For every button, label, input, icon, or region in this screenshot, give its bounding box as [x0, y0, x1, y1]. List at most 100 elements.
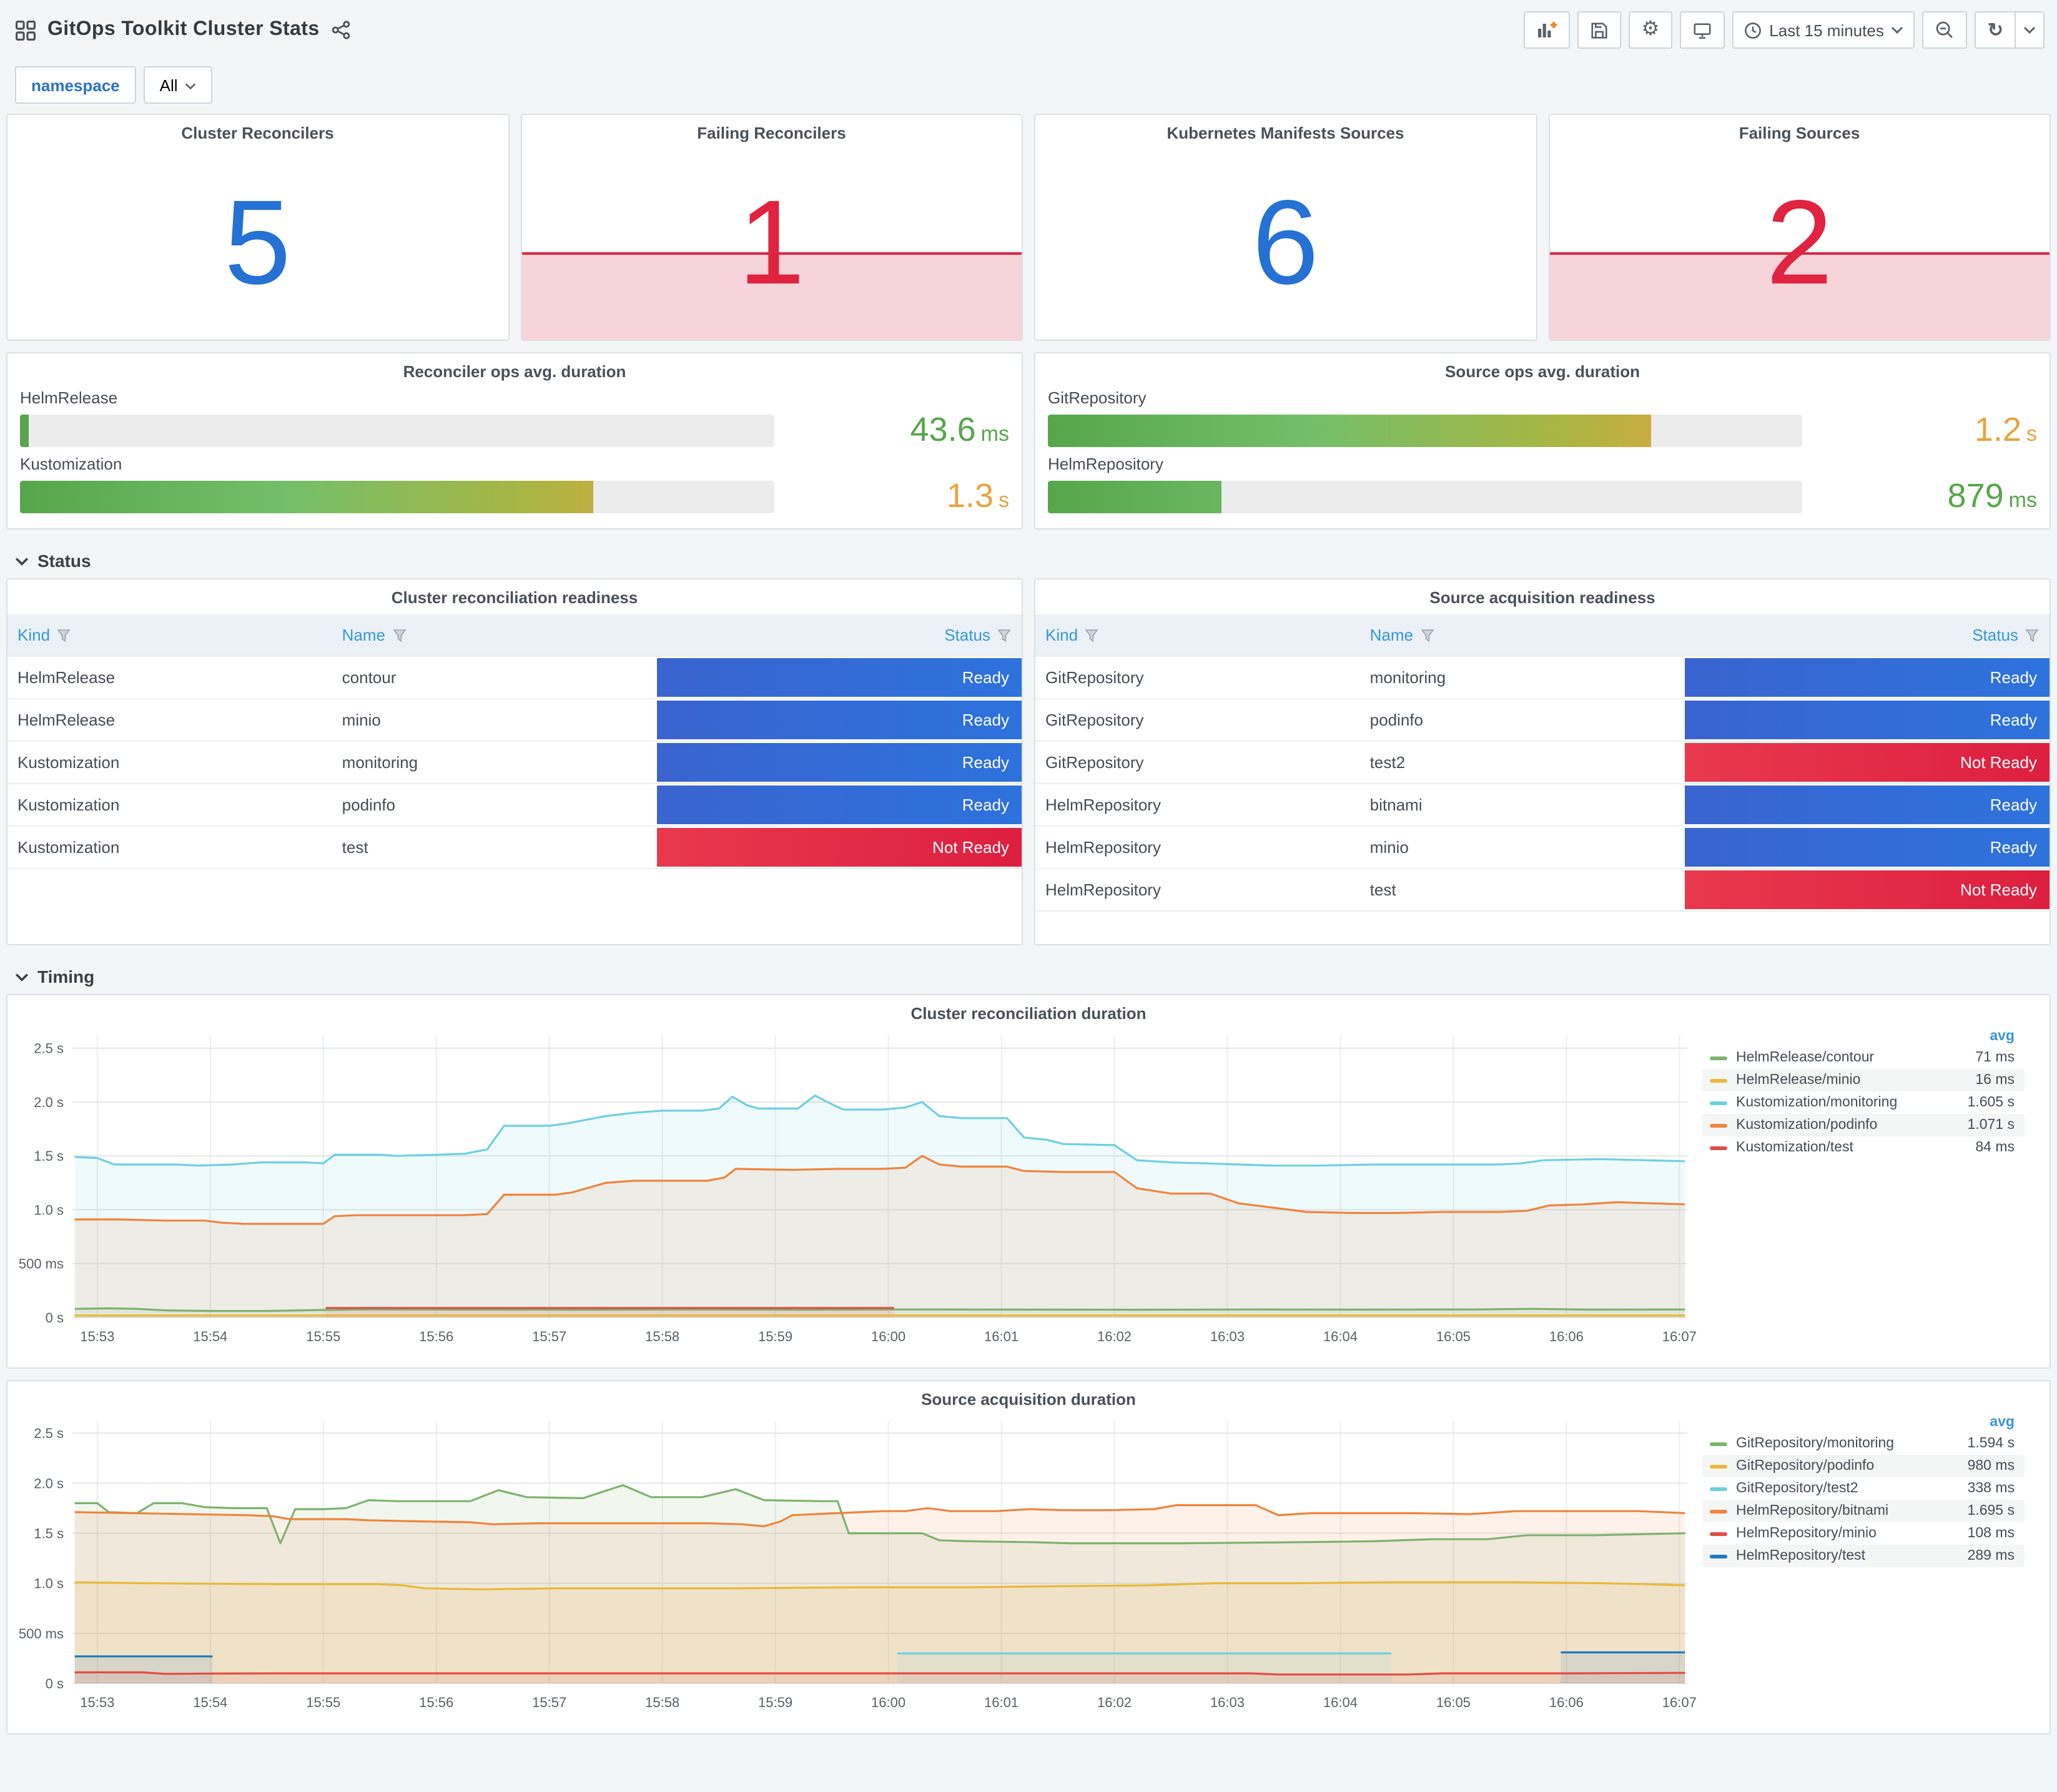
legend-item[interactable]: GitRepository/test2 338 ms [1702, 1477, 2025, 1500]
section-row-status[interactable]: Status [6, 541, 2051, 578]
cell-name: podinfo [1369, 711, 1423, 729]
stat-value: 2 [1766, 175, 1833, 310]
cell-kind: Kustomization [17, 838, 120, 857]
legend-item[interactable]: GitRepository/monitoring 1.594 s [1702, 1432, 2025, 1455]
svg-text:16:05: 16:05 [1436, 1329, 1471, 1344]
stat-value: 5 [224, 175, 291, 310]
legend-item[interactable]: HelmRepository/test 289 ms [1702, 1545, 2025, 1567]
gauge-value: 1.2 s [1974, 411, 2037, 448]
svg-text:2.0 s: 2.0 s [34, 1475, 64, 1491]
filter-icon[interactable] [2025, 628, 2040, 642]
column-header-status[interactable]: Status [656, 626, 1022, 644]
svg-text:16:06: 16:06 [1549, 1695, 1584, 1710]
variable-label-namespace[interactable]: namespace [15, 66, 136, 104]
panel-title[interactable]: Source acquisition duration [17, 1381, 2040, 1411]
cell-status: Ready [1684, 657, 2050, 698]
time-series-plot[interactable]: 15:53 15:54 15:55 15:56 15:57 15:58 15:59 16:00… [17, 1025, 1697, 1352]
legend-item[interactable]: Kustomization/monitoring 1.605 s [1702, 1091, 2025, 1114]
column-header-name[interactable]: Name [332, 626, 657, 644]
cell-name: test [1369, 880, 1396, 899]
series-name[interactable]: Kustomization/monitoring [1736, 1095, 1959, 1110]
cell-status: Ready [656, 742, 1022, 783]
panel-title[interactable]: Failing Reconcilers [521, 115, 1022, 145]
time-range-picker[interactable]: Last 15 minutes [1732, 11, 1915, 49]
panel-title[interactable]: Cluster reconciliation readiness [7, 579, 1022, 609]
section-title: Timing [37, 967, 95, 987]
status-badge: Ready [1684, 828, 2050, 867]
series-name[interactable]: HelmRelease/contour [1736, 1050, 1966, 1065]
dashboard-settings-button[interactable]: ⚙ [1629, 11, 1672, 49]
series-color-swatch [1710, 1056, 1727, 1060]
panel-title[interactable]: Cluster Reconcilers [7, 115, 508, 145]
chevron-down-icon [15, 972, 29, 981]
legend-item[interactable]: GitRepository/podinfo 980 ms [1702, 1455, 2025, 1477]
column-header-name[interactable]: Name [1360, 626, 1685, 644]
variable-value-dropdown[interactable]: All [143, 66, 213, 104]
legend-item[interactable]: Kustomization/test 84 ms [1702, 1136, 2025, 1159]
legend-item[interactable]: HelmRepository/bitnami 1.695 s [1702, 1500, 2025, 1522]
stat-value: 1 [738, 175, 805, 310]
status-badge: Ready [656, 743, 1022, 782]
series-name[interactable]: GitRepository/monitoring [1736, 1436, 1959, 1451]
table-row: HelmRepository test Not Ready [1035, 868, 2050, 912]
time-series-plot[interactable]: 15:53 15:54 15:55 15:56 15:57 15:58 15:59 16:00… [17, 1411, 1697, 1718]
refresh-icon: ↻ [1987, 19, 2003, 41]
cycle-view-mode-button[interactable] [1679, 11, 1725, 49]
gauge-value: 1.3 s [946, 477, 1009, 514]
svg-text:15:53: 15:53 [80, 1695, 114, 1710]
add-panel-button[interactable] [1524, 11, 1571, 49]
panel-cluster-reconciliation-readiness: Cluster reconciliation readiness Kind Nam… [6, 578, 1023, 945]
column-header-status[interactable]: Status [1684, 626, 2050, 644]
series-name[interactable]: HelmRepository/minio [1736, 1526, 1959, 1541]
legend-header-avg[interactable]: avg [1702, 1028, 2025, 1046]
series-name[interactable]: Kustomization/test [1736, 1140, 1966, 1155]
panel-title[interactable]: Cluster reconciliation duration [17, 995, 2040, 1025]
svg-text:15:58: 15:58 [645, 1695, 679, 1710]
series-name[interactable]: GitRepository/test2 [1736, 1481, 1959, 1496]
column-header-kind[interactable]: Kind [1035, 626, 1360, 644]
refresh-dashboard-button[interactable]: ↻ [1975, 11, 2016, 49]
status-badge: Ready [1684, 785, 2050, 824]
panel-title[interactable]: Source acquisition readiness [1035, 579, 2050, 609]
filter-icon[interactable] [56, 628, 71, 642]
column-header-kind[interactable]: Kind [7, 626, 332, 644]
legend-item[interactable]: HelmRepository/minio 108 ms [1702, 1522, 2025, 1545]
series-color-swatch [1710, 1487, 1727, 1490]
svg-text:0 s: 0 s [46, 1676, 64, 1691]
panel-title[interactable]: Failing Sources [1549, 115, 2050, 145]
svg-text:1.0 s: 1.0 s [34, 1202, 64, 1218]
svg-text:16:03: 16:03 [1210, 1695, 1245, 1710]
legend-header-avg[interactable]: avg [1702, 1414, 2025, 1432]
series-avg-value: 16 ms [1975, 1073, 2015, 1088]
gauge-value: 43.6 ms [910, 411, 1009, 448]
cell-kind: HelmRelease [17, 711, 116, 729]
gauge-row-gitrepository: GitRepository 1.2 s [1048, 388, 2037, 450]
filter-icon[interactable] [392, 628, 407, 642]
panel-title[interactable]: Kubernetes Manifests Sources [1035, 115, 1536, 145]
cell-name: contour [342, 668, 397, 687]
svg-text:15:57: 15:57 [532, 1329, 566, 1344]
panel-title[interactable]: Source ops avg. duration [1048, 353, 2037, 383]
panel-title[interactable]: Reconciler ops avg. duration [20, 353, 1009, 383]
save-dashboard-button[interactable] [1577, 11, 1622, 49]
chart-legend: avg GitRepository/monitoring 1.594 s GitRep… [1697, 1411, 2032, 1567]
refresh-interval-dropdown[interactable] [2016, 11, 2045, 49]
filter-icon[interactable] [1084, 628, 1099, 642]
legend-item[interactable]: HelmRelease/contour 71 ms [1702, 1046, 2025, 1069]
series-name[interactable]: HelmRepository/bitnami [1736, 1504, 1959, 1519]
section-row-timing[interactable]: Timing [6, 957, 2051, 994]
stat-panel-kubernetes-manifests-sources: Kubernetes Manifests Sources 6 [1034, 114, 1537, 341]
dashboards-grid-icon[interactable] [15, 19, 36, 41]
legend-item[interactable]: HelmRelease/minio 16 ms [1702, 1069, 2025, 1091]
series-name[interactable]: GitRepository/podinfo [1736, 1459, 1959, 1474]
panel-cluster-reconciliation-duration: Cluster reconciliation duration 15:53 15:… [6, 994, 2051, 1369]
series-name[interactable]: Kustomization/podinfo [1736, 1118, 1959, 1133]
series-name[interactable]: HelmRepository/test [1736, 1548, 1959, 1563]
filter-icon[interactable] [1419, 628, 1434, 642]
filter-icon[interactable] [997, 628, 1012, 642]
series-name[interactable]: HelmRelease/minio [1736, 1073, 1966, 1088]
share-icon[interactable] [331, 20, 351, 40]
cell-name: podinfo [342, 795, 395, 814]
zoom-out-time-button[interactable] [1922, 11, 1968, 49]
legend-item[interactable]: Kustomization/podinfo 1.071 s [1702, 1114, 2025, 1136]
